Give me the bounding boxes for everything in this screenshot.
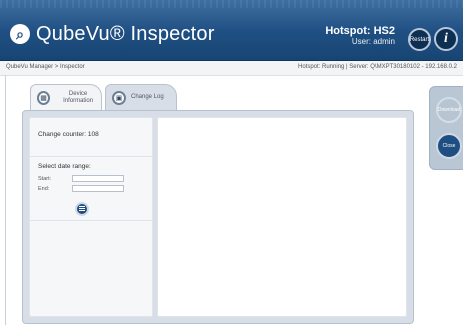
info-button[interactable]: i <box>434 27 458 51</box>
end-date-input[interactable] <box>72 185 124 192</box>
tab-device-information[interactable]: ▦ Device Information <box>30 84 102 110</box>
tab-label: Change Log <box>131 94 164 100</box>
divider <box>30 156 152 157</box>
log-icon: ▣ <box>112 90 126 105</box>
list-icon <box>79 206 85 212</box>
main-panel: Change counter: 108 Select date range: S… <box>22 110 414 324</box>
app-logo: ⌕ QubeVu® Inspector <box>10 20 215 48</box>
left-edge-divider <box>5 75 6 325</box>
server-status: Hotspot: Running | Server: Q\MXPT3018010… <box>298 64 457 70</box>
tab-label: Device Information <box>63 90 94 104</box>
device-icon: ▦ <box>37 90 51 105</box>
status-bar: QubeVu Manager > Inspector Hotspot: Runn… <box>0 61 463 76</box>
hotspot-name: Hotspot: HS2 <box>325 25 395 37</box>
app-title: QubeVu® Inspector <box>36 22 215 45</box>
start-date-input[interactable] <box>72 175 124 182</box>
divider <box>30 220 152 221</box>
magnifier-icon: ⌕ <box>10 24 30 44</box>
change-counter: Change counter: 108 <box>38 131 99 138</box>
end-label: End: <box>38 186 50 192</box>
filter-panel: Change counter: 108 Select date range: S… <box>29 117 153 317</box>
breadcrumb: QubeVu Manager > Inspector <box>6 64 85 70</box>
close-button[interactable]: Close <box>436 133 462 159</box>
apply-date-range-button[interactable] <box>75 202 89 216</box>
tab-change-log[interactable]: ▣ Change Log <box>105 84 177 110</box>
change-log-content <box>157 117 407 317</box>
start-label: Start: <box>38 176 52 182</box>
date-range-title: Select date range: <box>38 163 91 170</box>
app-header: ⌕ QubeVu® Inspector Hotspot: HS2 User: a… <box>0 0 463 61</box>
restart-button[interactable]: Restart <box>408 28 431 51</box>
hotspot-status: Hotspot: HS2 User: admin <box>325 25 395 47</box>
user-label: User: admin <box>351 37 395 46</box>
download-button[interactable]: Download <box>436 97 462 123</box>
header-stripes <box>0 0 463 8</box>
side-actions: Download Close <box>429 86 463 170</box>
